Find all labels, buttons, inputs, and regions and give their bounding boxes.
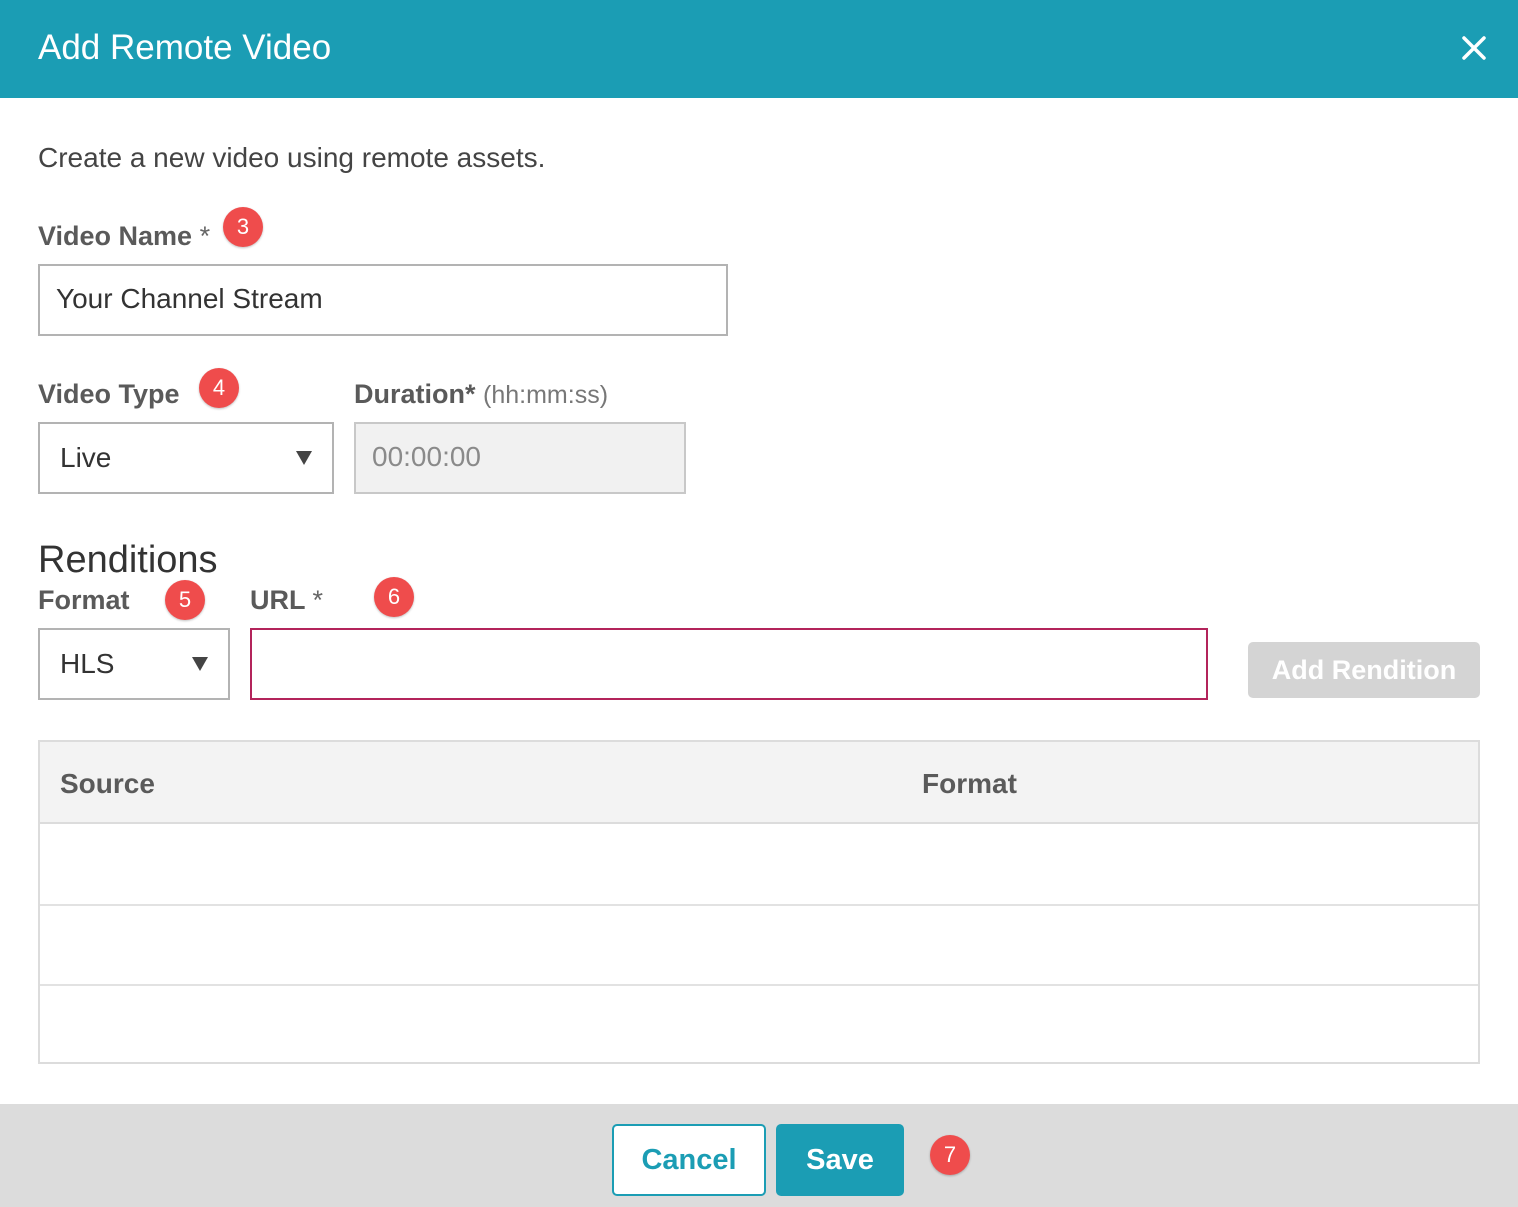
step-badge-5: 5 xyxy=(165,580,205,620)
cancel-button[interactable]: Cancel xyxy=(612,1124,766,1196)
step-badge-4: 4 xyxy=(199,368,239,408)
table-row xyxy=(40,906,1478,986)
renditions-heading: Renditions xyxy=(38,539,218,581)
format-value: HLS xyxy=(60,648,115,679)
column-header-source: Source xyxy=(60,768,155,799)
add-rendition-button[interactable]: Add Rendition xyxy=(1248,642,1480,698)
video-name-label-text: Video Name xyxy=(38,221,193,251)
required-mark: * xyxy=(312,585,324,615)
step-badge-7: 7 xyxy=(930,1135,970,1175)
duration-input: 00:00:00 xyxy=(354,422,686,494)
url-label-text: URL xyxy=(250,585,306,615)
chevron-down-icon xyxy=(296,451,312,465)
url-label: URL * xyxy=(250,583,323,617)
format-select[interactable]: HLS xyxy=(38,628,230,700)
required-mark: * xyxy=(199,221,211,251)
close-icon[interactable] xyxy=(1452,26,1496,70)
dialog-title: Add Remote Video xyxy=(38,28,332,67)
dialog-header: Add Remote Video xyxy=(0,0,1518,98)
duration-label: Duration* (hh:mm:ss) xyxy=(354,377,608,412)
renditions-table: Source Format xyxy=(38,740,1480,1064)
video-type-select[interactable]: Live xyxy=(38,422,334,494)
duration-format-hint: (hh:mm:ss) xyxy=(483,381,609,409)
video-name-input[interactable]: Your Channel Stream xyxy=(38,264,728,336)
table-row xyxy=(40,826,1478,906)
table-row xyxy=(40,986,1478,1066)
video-name-label: Video Name * xyxy=(38,219,210,253)
column-header-format: Format xyxy=(922,768,1017,799)
chevron-down-icon xyxy=(192,657,208,671)
video-type-label: Video Type xyxy=(38,379,180,409)
video-type-value: Live xyxy=(60,442,112,473)
step-badge-3: 3 xyxy=(223,207,263,247)
save-button[interactable]: Save xyxy=(776,1124,904,1196)
step-badge-6: 6 xyxy=(374,577,414,617)
format-label: Format xyxy=(38,585,130,615)
table-header: Source Format xyxy=(40,742,1478,824)
duration-label-text: Duration* xyxy=(354,379,476,409)
url-input[interactable] xyxy=(250,628,1208,700)
dialog-description: Create a new video using remote assets. xyxy=(38,142,546,173)
